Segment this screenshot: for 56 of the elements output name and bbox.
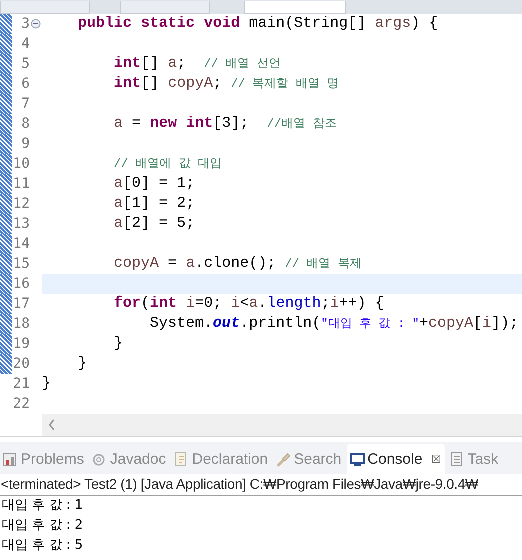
line-number: 12 xyxy=(12,196,30,212)
line-number: 14 xyxy=(12,236,30,252)
line-number: 21 xyxy=(12,376,30,392)
panel-tab[interactable]: Javadoc xyxy=(89,444,170,474)
scroll-left-icon[interactable] xyxy=(48,419,56,431)
list-icon xyxy=(450,452,465,466)
console-output-line: 대입 후 값 : 2 xyxy=(1,517,84,535)
line-number: 4 xyxy=(20,36,30,52)
code-line: a = new int[3]; //배열 참조 xyxy=(113,114,338,134)
line-number: 22 xyxy=(12,396,30,412)
line-number: 17 xyxy=(12,296,30,312)
editor-tab[interactable] xyxy=(0,1,90,14)
code-line: a[2] = 5; xyxy=(113,214,196,234)
editor-tab[interactable] xyxy=(120,1,210,14)
console-output-line: 대입 후 값 : 1 xyxy=(1,497,84,515)
line-number: 18 xyxy=(12,316,30,332)
code-line: public static void main(String[] args) { xyxy=(77,14,440,34)
code-line: a[1] = 2; xyxy=(113,194,196,214)
console-output-line: 대입 후 값 : 5 xyxy=(1,537,84,555)
panel-tab[interactable]: Problems xyxy=(0,444,88,474)
code-line: int[] copyA; // 복제할 배열 명 xyxy=(113,74,340,94)
monitor-icon xyxy=(350,452,365,466)
code-line: } xyxy=(77,354,88,374)
line-number: 19 xyxy=(12,336,30,352)
code-line: for(int i=0; i<a.length;i++) { xyxy=(113,294,386,314)
panel-tab[interactable]: Task xyxy=(446,444,502,474)
panel-tab[interactable]: Search xyxy=(273,444,345,474)
document-icon xyxy=(174,452,190,466)
line-number: 20 xyxy=(12,356,30,372)
code-line: } xyxy=(42,374,52,394)
line-number: 3 xyxy=(20,16,30,32)
code-line: // 배열에 값 대입 xyxy=(113,156,224,173)
line-number: 10 xyxy=(12,156,30,172)
line-number: 16 xyxy=(12,276,30,292)
code-line: } xyxy=(113,334,124,354)
code-line: System.out.println("대입 후 값 : "+copyA[i]); xyxy=(149,314,520,334)
horizontal-scrollbar[interactable] xyxy=(42,414,522,436)
chart-icon xyxy=(3,452,18,466)
code-line: int[] a; // 배열 선언 xyxy=(113,54,282,74)
line-number: 6 xyxy=(20,76,30,92)
editor-tab[interactable] xyxy=(244,1,346,14)
close-icon[interactable]: ☒ xyxy=(432,452,442,466)
line-number: 11 xyxy=(12,176,30,192)
code-line: a[0] = 1; xyxy=(113,174,196,194)
collapse-icon[interactable] xyxy=(31,19,41,29)
panel-tab[interactable]: Declaration xyxy=(171,444,272,474)
code-line: copyA = a.clone(); // 배열 복제 xyxy=(113,254,363,274)
panel-tab[interactable]: Console ☒ xyxy=(346,444,445,474)
line-number: 15 xyxy=(12,256,30,272)
flashlight-icon xyxy=(276,452,292,466)
line-number: 13 xyxy=(12,216,30,232)
line-number: 9 xyxy=(20,136,30,152)
line-number: 7 xyxy=(20,96,30,112)
line-number: 5 xyxy=(20,56,30,72)
console-header: <terminated> Test2 (1) [Java Application] C:₩Program Files₩Java₩jre-9.0.4₩ xyxy=(0,474,522,496)
line-number: 8 xyxy=(20,116,30,132)
